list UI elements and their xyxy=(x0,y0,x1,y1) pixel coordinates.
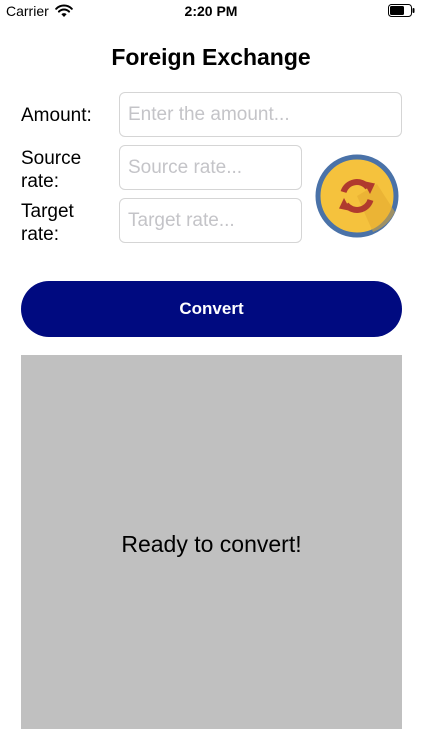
swap-rates-icon xyxy=(315,154,399,238)
battery-icon xyxy=(388,4,415,17)
source-rate-label: Source rate: xyxy=(21,148,82,192)
result-panel: Ready to convert! xyxy=(21,355,402,729)
amount-input[interactable] xyxy=(119,92,402,137)
source-rate-input[interactable] xyxy=(119,145,302,190)
swap-rates-button[interactable] xyxy=(315,154,399,238)
amount-label: Amount: xyxy=(21,105,92,126)
convert-button[interactable]: Convert xyxy=(21,281,402,337)
app-screen: Carrier 2:20 PM Foreign Exchange Amount:… xyxy=(0,0,422,750)
status-bar: Carrier 2:20 PM xyxy=(0,0,422,22)
result-text: Ready to convert! xyxy=(121,530,302,557)
status-time: 2:20 PM xyxy=(184,3,238,19)
target-rate-label: Target rate: xyxy=(21,201,74,245)
page-title: Foreign Exchange xyxy=(111,44,311,70)
target-rate-input[interactable] xyxy=(119,198,302,243)
